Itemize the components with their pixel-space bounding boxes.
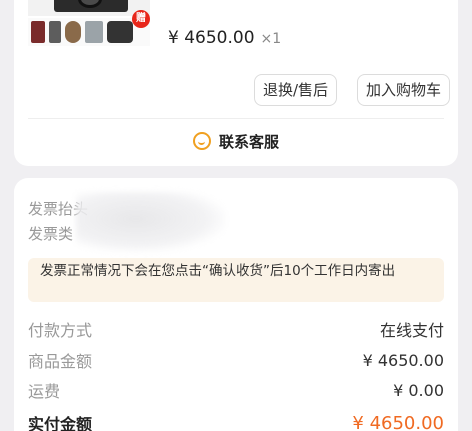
goods-amount-row: 商品金额 ¥ 4650.00 (28, 349, 444, 372)
total-paid-row: 实付金额 ¥ 4650.00 (28, 412, 444, 431)
invoice-notice: 发票正常情况下会在您点击“确认收货”后10个工作日内寄出 (28, 258, 444, 302)
invoice-type-label: 发票类 (28, 225, 74, 243)
camera-bag-image (107, 21, 133, 43)
contact-service-button[interactable]: 联系客服 (14, 128, 458, 154)
add-to-cart-button[interactable]: 加入购物车 (357, 74, 451, 106)
divider (28, 118, 444, 119)
goods-amount-value: ¥ 4650.00 (362, 350, 444, 370)
gift-badge: 赠 (132, 10, 150, 28)
payment-method-row: 付款方式 在线支付 (28, 318, 444, 340)
quantity: ×1 (260, 31, 282, 47)
shipping-label: 运费 (28, 382, 61, 401)
sd-card-image (31, 21, 45, 43)
payment-method-value: 在线支付 (379, 321, 444, 340)
price-value: ¥ 4650.00 (168, 28, 255, 48)
shipping-value: ¥ 0.00 (393, 380, 444, 400)
battery-image (49, 21, 61, 43)
strap-image (65, 21, 81, 43)
cleaning-cloth-image (85, 21, 103, 43)
customer-service-icon (192, 132, 211, 150)
goods-amount-label: 商品金额 (28, 352, 93, 371)
redacted-mask (76, 192, 226, 252)
return-refund-button[interactable]: 退换/售后 (254, 74, 338, 106)
total-paid-value: ¥ 4650.00 (352, 412, 444, 431)
order-item-card: 赠 ¥ 4650.00 ×1 退换/售后 加入购物车 联系客服 (14, 0, 458, 166)
invoice-payment-card: 发票抬头 发票类 发票正常情况下会在您点击“确认收货”后10个工作日内寄出 付款… (14, 178, 458, 431)
product-price: ¥ 4650.00 ×1 (168, 28, 281, 48)
payment-method-label: 付款方式 (28, 321, 93, 340)
shipping-row: 运费 ¥ 0.00 (28, 379, 444, 402)
product-image-camera[interactable] (28, 0, 150, 16)
total-paid-label: 实付金额 (28, 415, 93, 431)
contact-service-label: 联系客服 (218, 132, 279, 151)
